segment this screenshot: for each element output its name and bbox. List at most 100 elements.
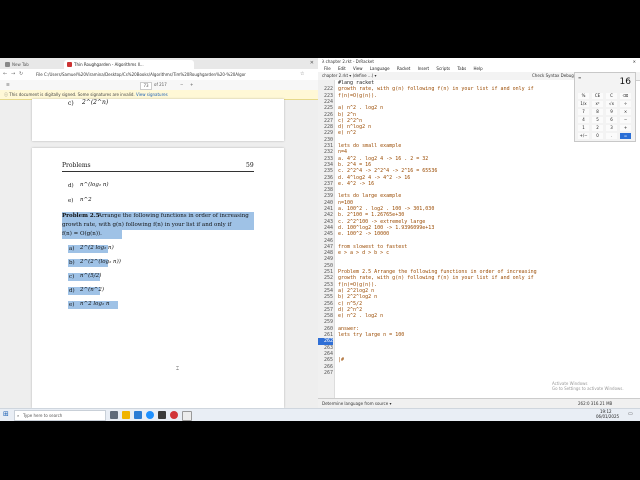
item-label: e) (69, 302, 75, 308)
calc-button[interactable]: + (620, 125, 631, 131)
menu-help[interactable]: Help (474, 66, 483, 71)
code-line: e > a > d > b > c (338, 250, 390, 257)
item-math: n^2 log₂ n (80, 301, 110, 307)
calc-button[interactable]: ÷ (620, 101, 631, 107)
code-line: lets try large n = 100 (338, 332, 405, 338)
close-app-icon[interactable] (182, 411, 192, 421)
calc-button[interactable]: . (606, 133, 617, 139)
menu-tabs[interactable]: Tabs (457, 66, 466, 71)
calc-button[interactable]: 6 (606, 117, 617, 123)
zoom-out-button[interactable]: − (180, 82, 183, 88)
reload-icon[interactable]: ↻ (19, 72, 23, 77)
calc-button[interactable]: 9 (606, 109, 617, 115)
language-selector[interactable]: Determine language from source ▾ (322, 401, 391, 406)
problem-text: Arrange the following functions in order… (98, 213, 249, 219)
menu-scripts[interactable]: Scripts (436, 66, 450, 71)
file-explorer-icon[interactable] (122, 411, 130, 419)
calc-button[interactable]: % (578, 93, 589, 99)
calc-button[interactable]: CE (592, 93, 603, 99)
code-line: e. 4^2 -> 16 (338, 180, 375, 187)
calc-button[interactable]: − (620, 117, 631, 123)
tab-label: Thin Roughgarden - Algorithms Il... (74, 62, 144, 67)
item-label: d) (69, 288, 75, 294)
racket-taskbar-icon[interactable] (170, 411, 178, 419)
calc-button[interactable]: 1/x (578, 101, 589, 107)
menu-racket[interactable]: Racket (397, 66, 411, 71)
vscode-icon[interactable] (134, 411, 142, 419)
back-icon[interactable]: ← (3, 72, 7, 77)
item-label: a) (69, 246, 75, 252)
calc-button[interactable]: = (620, 133, 631, 139)
browser-window: New Tab Thin Roughgarden - Algorithms Il… (0, 58, 318, 408)
close-icon[interactable]: ✕ (633, 58, 636, 66)
file-selector[interactable]: chapter 2.rkt ▾ (define ...) ▾ (322, 73, 377, 78)
menu-file[interactable]: File (324, 66, 331, 71)
menu-edit[interactable]: Edit (338, 66, 346, 71)
notification-icon[interactable]: ▭ (628, 411, 633, 417)
calc-button[interactable]: 7 (578, 109, 589, 115)
problem-text: growth rate, with g(n) following f(n) in… (62, 222, 232, 228)
tab-label: New Tab (12, 62, 29, 67)
item-math: n^2 (80, 197, 92, 203)
calc-button[interactable]: 0 (592, 133, 603, 139)
tab-icon (5, 62, 10, 67)
url-field[interactable]: File C:/Users/Samuel%20Viramina/Desktop/… (36, 71, 246, 78)
item-math: 2^(2^(log₂ n)) (80, 259, 121, 265)
menu-language[interactable]: Language (370, 66, 390, 71)
page-number: 59 (246, 162, 254, 169)
item-math: 2^(2 log₂ n) (80, 245, 114, 251)
view-signatures-link[interactable]: View signatures (136, 92, 168, 97)
calc-button[interactable]: C (606, 93, 617, 99)
tab-bar: New Tab Thin Roughgarden - Algorithms Il… (0, 58, 318, 69)
calculator-window: ≡ 16 % CE C ⌫ 1/x x² √x ÷ 7 8 9 × 4 5 6− 1 2 3 + +/− 0. = (574, 72, 636, 142)
task-view-icon[interactable] (110, 411, 118, 419)
calc-button[interactable]: 4 (578, 117, 589, 123)
calc-button[interactable]: 1 (578, 125, 589, 131)
calc-button[interactable]: 8 (592, 109, 603, 115)
activate-windows-text: Go to Settings to activate Windows. (552, 386, 624, 391)
contents-icon[interactable]: ☰ (6, 82, 10, 88)
problem-title: Problem 2.5 (62, 213, 100, 219)
calc-button[interactable]: × (620, 109, 631, 115)
terminal-icon[interactable] (158, 411, 166, 419)
menu-view[interactable]: View (353, 66, 363, 71)
code-line: e) n^2 . log2 n (338, 313, 384, 320)
calc-button[interactable]: 5 (592, 117, 603, 123)
item-label: e) (68, 198, 74, 204)
pdf-icon (67, 62, 72, 67)
pdf-page-59: Problems 59 d) n^(log₂ n) e) n^2 Problem… (32, 148, 284, 408)
calc-button[interactable]: x² (592, 101, 603, 107)
forward-icon[interactable]: → (11, 72, 15, 77)
page-number-input[interactable]: 73 (140, 82, 152, 90)
code-line: |# (338, 357, 345, 364)
tab-new[interactable]: New Tab (2, 60, 72, 69)
notice-text: This document is digitally signed. Some … (9, 92, 135, 97)
taskbar: ⊞ ⌕ Type here to search 19:12 06/01/2025… (0, 408, 640, 421)
windows-start-icon[interactable]: ⊞ (3, 410, 9, 418)
taskbar-search-box[interactable]: ⌕ Type here to search (14, 410, 106, 421)
calc-button[interactable]: √x (606, 101, 617, 107)
menu-icon[interactable]: ≡ (578, 75, 581, 80)
tab-pdf[interactable]: Thin Roughgarden - Algorithms Il... (64, 60, 194, 69)
calc-button[interactable]: 3 (606, 125, 617, 131)
item-math: n^(log₂ n) (80, 182, 109, 188)
pdf-page-previous: c) 2^(2^n) (32, 99, 284, 141)
racket-logo-icon: λ (322, 59, 325, 64)
search-icon: ⌕ (17, 413, 20, 418)
clock-date[interactable]: 06/01/2025 (596, 414, 619, 419)
calc-button[interactable]: ⌫ (620, 93, 631, 99)
close-icon[interactable]: ✕ (310, 60, 314, 66)
zoom-in-button[interactable]: + (190, 82, 193, 88)
calc-button[interactable]: +/− (578, 133, 589, 139)
menu-insert[interactable]: Insert (418, 66, 429, 71)
item-label: c) (68, 100, 74, 107)
code-line: e) n^2 (338, 130, 357, 137)
edge-icon[interactable] (146, 411, 154, 419)
info-icon: ⓘ (4, 92, 8, 97)
window-title: chapter 2.rkt - DrRacket (325, 59, 374, 64)
item-label: d) (68, 183, 74, 189)
calc-button[interactable]: 2 (592, 125, 603, 131)
code-line: lets do small example (338, 143, 402, 149)
star-icon[interactable]: ☆ (300, 72, 304, 77)
bottom-letterbox (0, 420, 640, 480)
